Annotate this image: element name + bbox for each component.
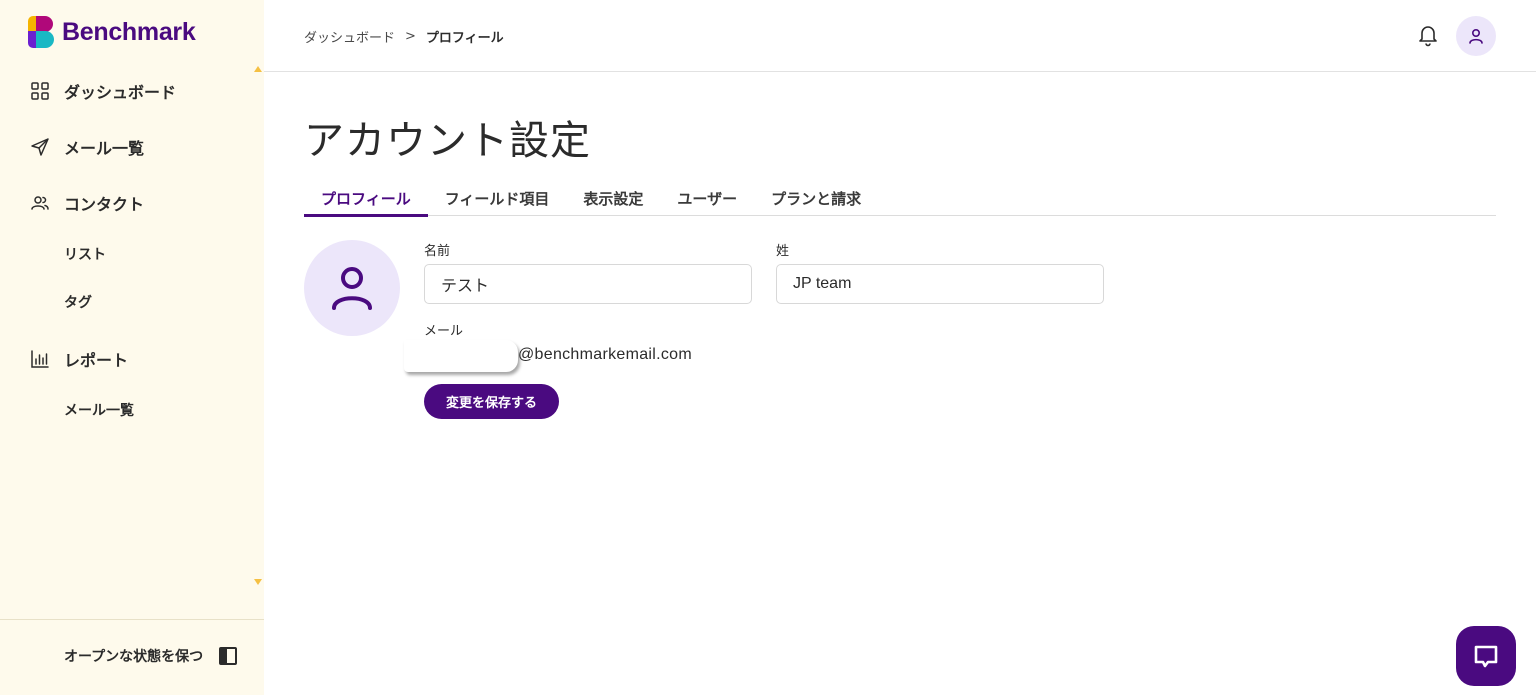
email-redaction-mask: [404, 340, 518, 372]
tab-profile[interactable]: プロフィール: [304, 186, 428, 217]
first-name-label: 名前: [424, 244, 451, 259]
sidebar-item-label: ダッシュボード: [64, 83, 177, 102]
benchmark-logo-icon: [28, 16, 54, 48]
keep-open-label: オープンな状態を保つ: [64, 649, 204, 665]
last-name-label: 姓: [776, 244, 790, 259]
sidebar-item-label: メール一覧: [64, 139, 145, 158]
chat-icon: [1474, 645, 1498, 668]
first-name-input[interactable]: [424, 264, 752, 304]
sidebar: Benchmark ダッシュボード メール一覧 コンタクト リスト タグ レポー…: [0, 0, 264, 695]
grid-icon: [30, 81, 50, 101]
notifications-button[interactable]: [1416, 23, 1440, 47]
user-menu-button[interactable]: [1456, 16, 1496, 56]
profile-avatar[interactable]: [304, 240, 400, 336]
breadcrumb-separator: >: [405, 29, 416, 44]
send-icon: [30, 137, 50, 157]
sidebar-subitem-tags[interactable]: タグ: [64, 292, 92, 312]
last-name-input[interactable]: [776, 264, 1104, 304]
brand-logo[interactable]: Benchmark: [28, 16, 196, 48]
breadcrumb: ダッシュボード > プロフィール: [304, 27, 504, 46]
tab-fields[interactable]: フィールド項目: [428, 186, 567, 215]
chat-support-button[interactable]: [1456, 626, 1516, 686]
top-header: ダッシュボード > プロフィール: [264, 0, 1536, 72]
bell-icon: [1419, 26, 1437, 47]
breadcrumb-dashboard-link[interactable]: ダッシュボード: [304, 27, 395, 46]
tab-users[interactable]: ユーザー: [660, 186, 754, 215]
scroll-down-icon[interactable]: [254, 579, 262, 585]
sidebar-item-contacts[interactable]: コンタクト: [30, 188, 144, 218]
sidebar-footer: オープンな状態を保つ: [0, 619, 264, 695]
email-label: メール: [424, 324, 464, 339]
email-domain: @benchmarkemail.com: [518, 346, 692, 363]
sidebar-panel-icon: [219, 647, 238, 665]
tab-display-settings[interactable]: 表示設定: [566, 186, 660, 215]
settings-tabs: プロフィール フィールド項目 表示設定 ユーザー プランと請求: [304, 186, 1496, 217]
user-icon: [332, 267, 372, 310]
users-icon: [30, 193, 50, 213]
brand-name: Benchmark: [62, 17, 196, 46]
sidebar-item-emails[interactable]: メール一覧: [30, 132, 144, 162]
breadcrumb-current: プロフィール: [425, 31, 504, 46]
page-title: アカウント設定: [304, 118, 591, 164]
keep-open-toggle[interactable]: オープンな状態を保つ: [64, 646, 238, 666]
sidebar-subitem-lists[interactable]: リスト: [64, 244, 106, 264]
sidebar-item-dashboard[interactable]: ダッシュボード: [30, 76, 176, 106]
user-icon: [1469, 28, 1483, 44]
save-changes-button[interactable]: 変更を保存する: [424, 384, 559, 419]
sidebar-item-label: レポート: [64, 351, 129, 370]
sidebar-item-reports[interactable]: レポート: [30, 344, 128, 374]
tab-plan-billing[interactable]: プランと請求: [754, 186, 878, 215]
sidebar-item-label: コンタクト: [64, 195, 145, 214]
scroll-up-icon[interactable]: [254, 66, 262, 72]
sidebar-subitem-email-reports[interactable]: メール一覧: [64, 400, 134, 420]
bar-chart-icon: [30, 349, 50, 369]
